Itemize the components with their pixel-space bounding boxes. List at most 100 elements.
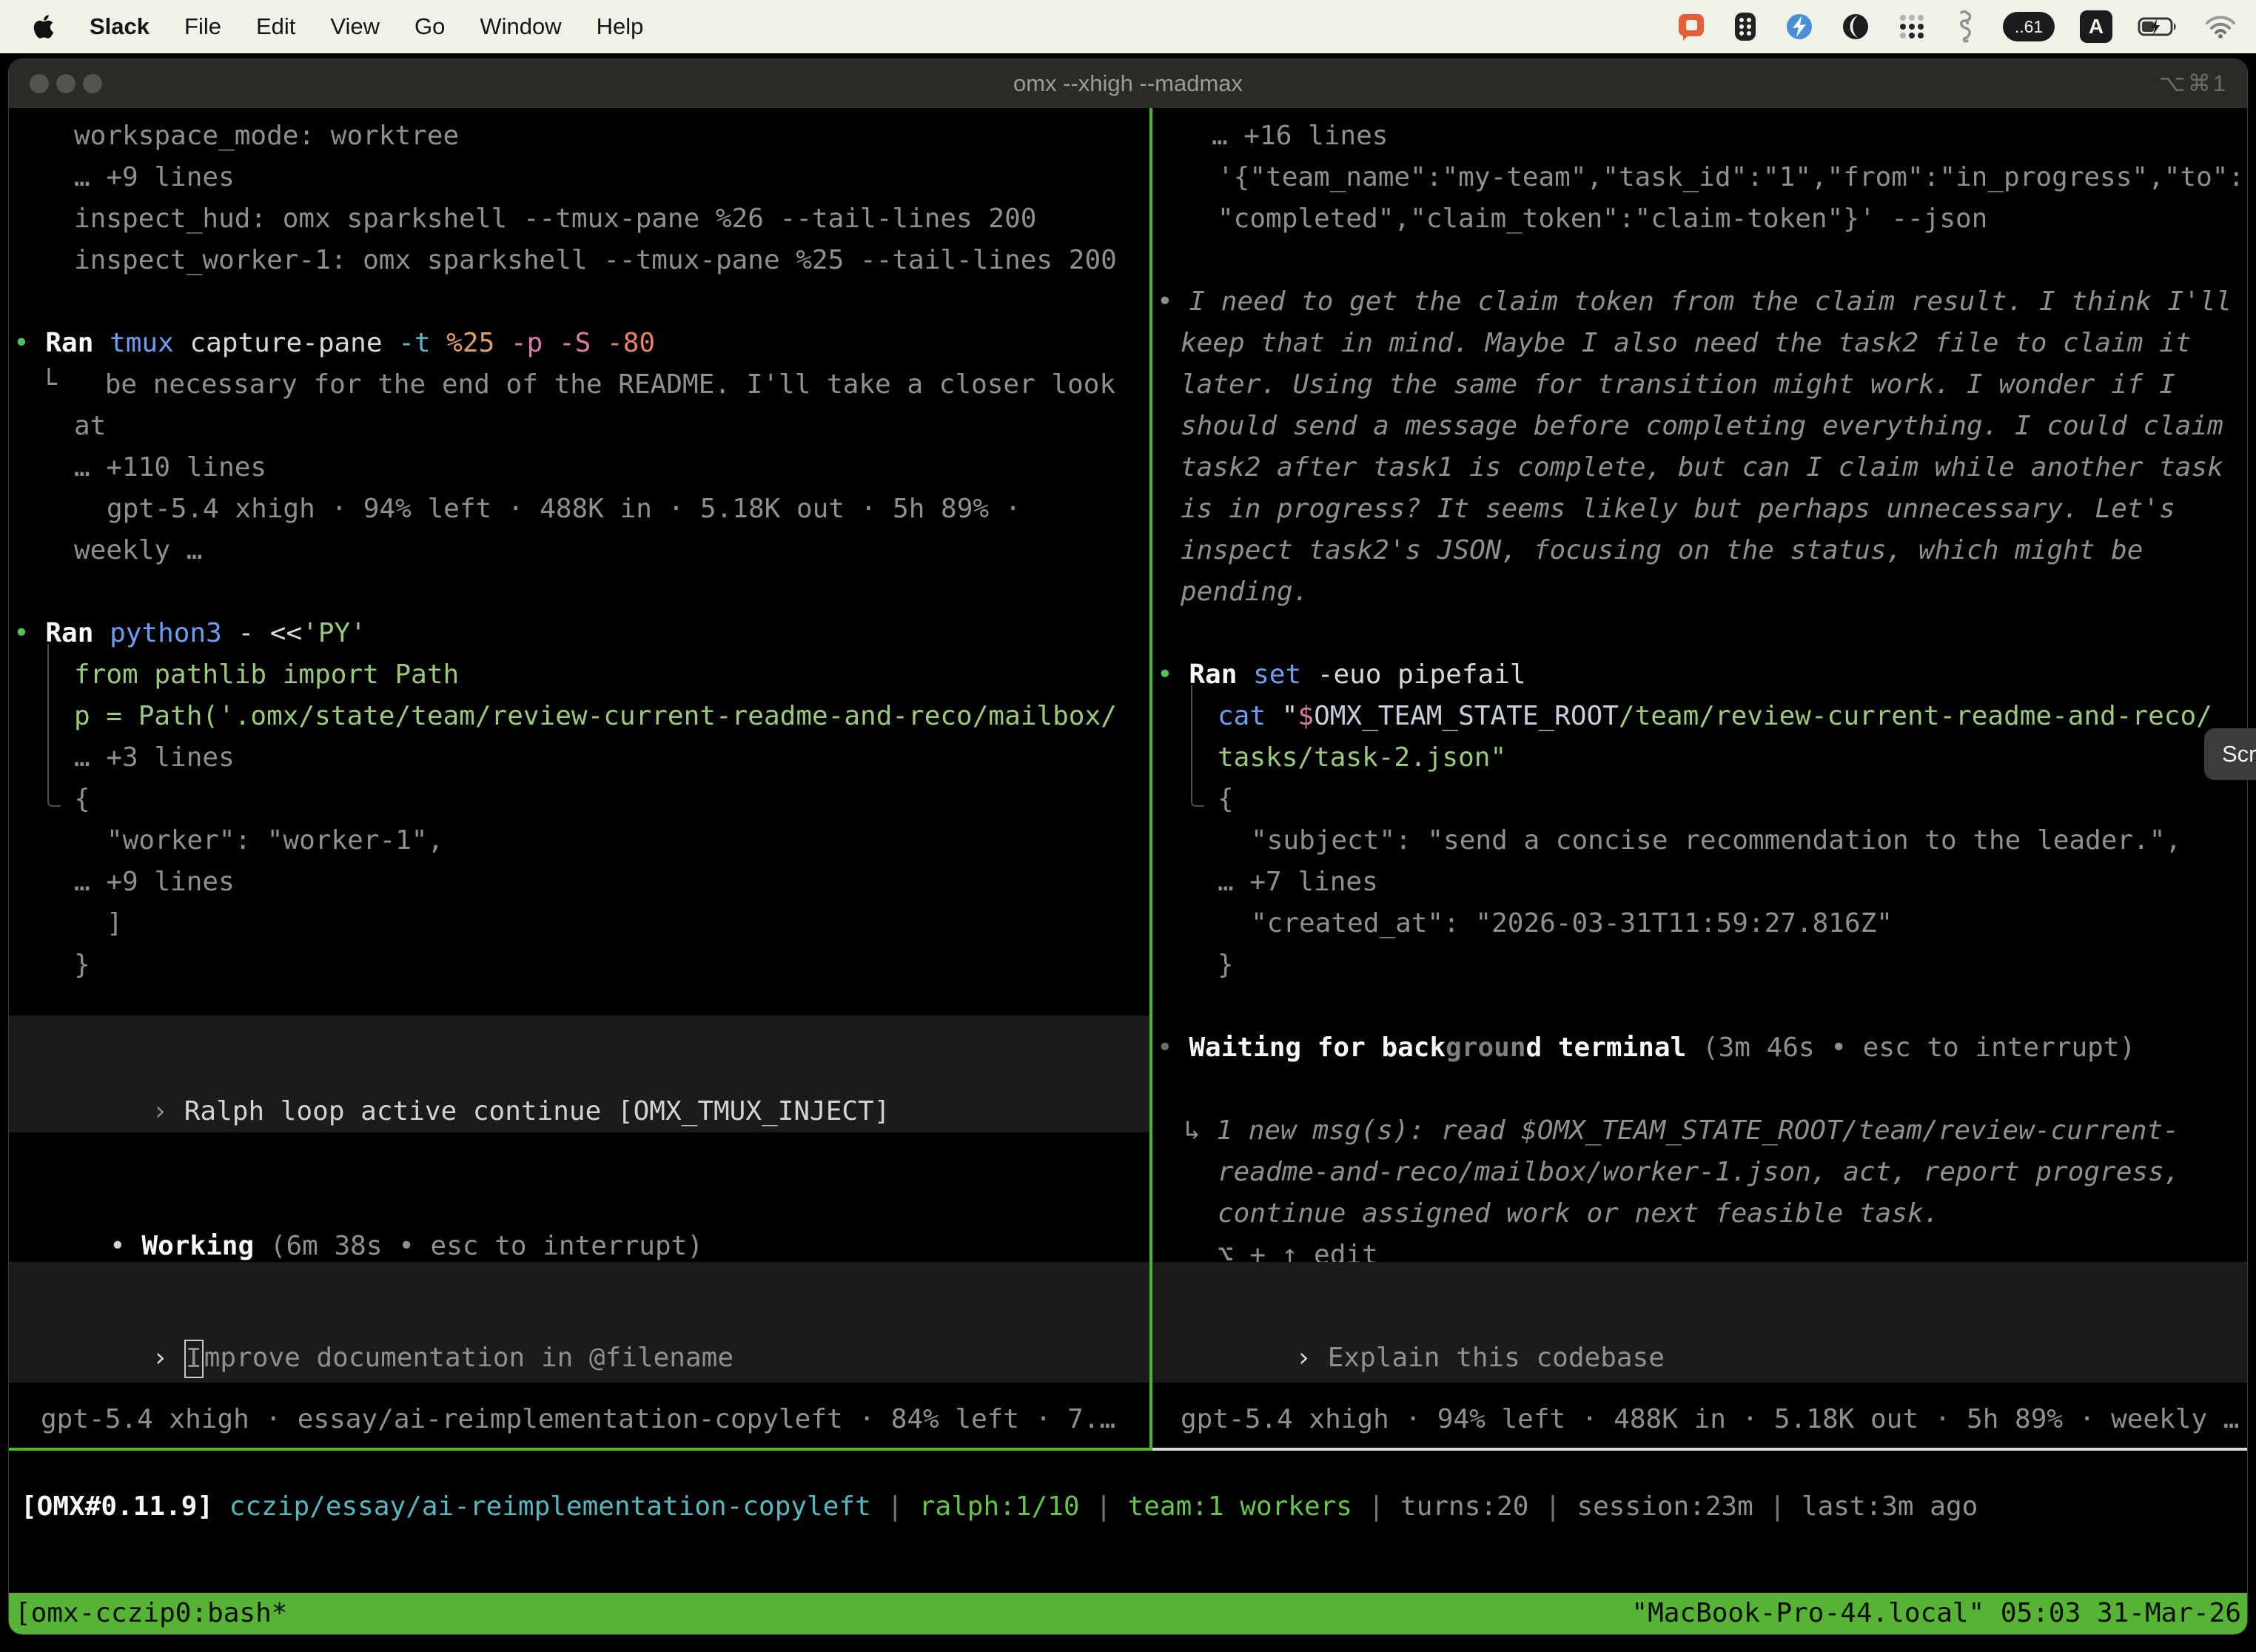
terminal-line: pending. bbox=[1152, 571, 2247, 613]
pane-divider[interactable] bbox=[1149, 108, 1152, 1451]
working-bullet: • bbox=[110, 1231, 141, 1261]
notification-line: › Ralph loop active continue [OMX_TMUX_I… bbox=[9, 1050, 1149, 1091]
terminal-line: ↳ 1 new msg(s): read $OMX_TEAM_STATE_ROO… bbox=[1152, 1110, 2247, 1152]
model-status-line: gpt-5.4 xhigh · essay/ai-reimplementatio… bbox=[9, 1399, 1115, 1440]
omx-status-line: [OMX#0.11.9] cczip/essay/ai-reimplementa… bbox=[15, 1486, 2247, 1528]
dots-grid-icon[interactable] bbox=[1896, 11, 1927, 42]
terminal-line: • Ran tmux capture-pane -t %25 -p -S -80 bbox=[9, 323, 1149, 364]
terminal-line bbox=[1152, 986, 2247, 1027]
prompt-chevron: › bbox=[152, 1096, 184, 1126]
menu-item-go[interactable]: Go bbox=[414, 13, 445, 40]
terminal-line: p = Path('.omx/state/team/review-current… bbox=[9, 696, 1149, 737]
prompt-chevron: › bbox=[1295, 1343, 1327, 1373]
terminal-line bbox=[9, 281, 1149, 323]
terminal-line: at bbox=[9, 406, 1149, 447]
percent-badge[interactable]: ..61 bbox=[2003, 12, 2055, 41]
terminal-line: is in progress? It seems likely but perh… bbox=[1152, 488, 2247, 530]
indent-guide bbox=[47, 644, 61, 807]
tmux-session-window[interactable]: [omx-cczip0:bash* bbox=[15, 1593, 287, 1634]
terminal-line: "completed","claim_token":"claim-token"}… bbox=[1152, 198, 2247, 240]
prompt-input-line[interactable]: › Explain this codebase bbox=[1152, 1296, 2247, 1337]
terminal-line: • Waiting for background terminal (3m 46… bbox=[1152, 1027, 2247, 1069]
moon-circle-icon[interactable] bbox=[1840, 11, 1871, 42]
terminal-line: tasks/task-2.json" bbox=[1152, 737, 2247, 779]
right-pane-transcript: … +16 lines'{"team_name":"my-team","task… bbox=[1152, 115, 2247, 1276]
terminal-line: { bbox=[1152, 779, 2247, 820]
terminal-line: workspace_mode: worktree bbox=[9, 115, 1149, 157]
terminal-line bbox=[1152, 1069, 2247, 1110]
terminal-line: • I need to get the claim token from the… bbox=[1152, 281, 2247, 323]
terminal-line: … +3 lines bbox=[9, 737, 1149, 779]
window-titlebar[interactable]: omx --xhigh --madmax ⌥⌘1 bbox=[9, 59, 2247, 108]
terminal-line bbox=[1152, 240, 2247, 281]
menu-item-edit[interactable]: Edit bbox=[256, 13, 295, 40]
terminal-line: • Ran set -euo pipefail bbox=[1152, 654, 2247, 696]
prompt-input-line[interactable]: › Improve documentation in @filename bbox=[9, 1296, 1149, 1337]
left-pane-transcript: workspace_mode: worktree… +9 linesinspec… bbox=[9, 115, 1149, 986]
terminal-line: cat "$OMX_TEAM_STATE_ROOT/team/review-cu… bbox=[1152, 696, 2247, 737]
terminal-line: continue assigned work or next feasible … bbox=[1152, 1193, 2247, 1235]
terminal-line: } bbox=[1152, 944, 2247, 986]
terminal-line: inspect_hud: omx sparkshell --tmux-pane … bbox=[9, 198, 1149, 240]
terminal-line: from pathlib import Path bbox=[9, 654, 1149, 696]
terminal-line: weekly … bbox=[9, 530, 1149, 571]
terminal-line: '{"team_name":"my-team","task_id":"1","f… bbox=[1152, 157, 2247, 198]
terminal-line: ] bbox=[9, 903, 1149, 944]
input-placeholder: Explain this codebase bbox=[1328, 1343, 1665, 1373]
chat-badge-icon[interactable] bbox=[1676, 11, 1707, 42]
menu-app-name[interactable]: Slack bbox=[90, 13, 150, 40]
menu-bar: Slack File Edit View Go Window Help bbox=[0, 0, 2256, 53]
prompt-input-box[interactable]: › Explain this codebase bbox=[1152, 1262, 2247, 1383]
terminal-line bbox=[1152, 613, 2247, 654]
terminal-line: later. Using the same for transition mig… bbox=[1152, 364, 2247, 406]
terminal-line: } bbox=[9, 944, 1149, 986]
terminal-line: readme-and-reco/mailbox/worker-1.json, a… bbox=[1152, 1152, 2247, 1193]
menu-item-help[interactable]: Help bbox=[597, 13, 644, 40]
terminal-line: … +110 lines bbox=[9, 447, 1149, 488]
terminal-line: task2 after task1 is complete, but can I… bbox=[1152, 447, 2247, 488]
terminal-line: • Ran python3 - <<'PY' bbox=[9, 613, 1149, 654]
wifi-icon[interactable] bbox=[2204, 14, 2237, 39]
apple-logo-icon[interactable] bbox=[33, 13, 55, 40]
terminal-line: … +16 lines bbox=[1152, 115, 2247, 157]
screen-tooltip: Scre bbox=[2204, 728, 2256, 780]
terminal-line: gpt-5.4 xhigh · 94% left · 488K in · 5.1… bbox=[9, 488, 1149, 530]
tmux-host-clock: "MacBook-Pro-44.local" 05:03 31-Mar-26 bbox=[1631, 1593, 2241, 1634]
terminal-line: { bbox=[9, 779, 1149, 820]
menu-item-window[interactable]: Window bbox=[480, 13, 561, 40]
bolt-badge-icon[interactable] bbox=[1784, 11, 1815, 42]
terminal-line: keep that in mind. Maybe I also need the… bbox=[1152, 323, 2247, 364]
working-status-line: • Working (6m 38s • esc to interrupt) bbox=[9, 1184, 703, 1226]
terminal-line: … +9 lines bbox=[9, 862, 1149, 903]
menu-item-view[interactable]: View bbox=[330, 13, 380, 40]
terminal-line: … +9 lines bbox=[9, 157, 1149, 198]
right-terminal-pane[interactable]: … +16 lines'{"team_name":"my-team","task… bbox=[1152, 108, 2247, 1448]
left-terminal-pane[interactable]: workspace_mode: worktree… +9 linesinspec… bbox=[9, 108, 1149, 1448]
terminal-line: └ be necessary for the end of the README… bbox=[9, 364, 1149, 406]
window-shortcut: ⌥⌘1 bbox=[2159, 59, 2228, 108]
terminal-line: "created_at": "2026-03-31T11:59:27.816Z" bbox=[1152, 903, 2247, 944]
indent-guide bbox=[1191, 685, 1204, 807]
prompt-input-box[interactable]: › Improve documentation in @filename bbox=[9, 1262, 1149, 1383]
active-pane-border bbox=[9, 1448, 1152, 1451]
text-cursor: I bbox=[184, 1340, 204, 1378]
window-title: omx --xhigh --madmax bbox=[9, 59, 2247, 108]
model-status-line: gpt-5.4 xhigh · 94% left · 488K in · 5.1… bbox=[1152, 1399, 2239, 1440]
keypad-shield-icon[interactable] bbox=[1732, 11, 1759, 42]
battery-icon[interactable] bbox=[2138, 16, 2179, 38]
terminal-line: … +7 lines bbox=[1152, 862, 2247, 903]
terminal-line: inspect task2's JSON, focusing on the st… bbox=[1152, 530, 2247, 571]
terminal-line: "subject": "send a concise recommendatio… bbox=[1152, 820, 2247, 862]
prompt-chevron: › bbox=[152, 1343, 184, 1373]
seahorse-icon[interactable] bbox=[1953, 10, 1978, 43]
notification-band: › Ralph loop active continue [OMX_TMUX_I… bbox=[9, 1015, 1149, 1132]
terminal-line: "worker": "worker-1", bbox=[9, 820, 1149, 862]
tmux-status-bar[interactable]: [omx-cczip0:bash* "MacBook-Pro-44.local"… bbox=[9, 1593, 2247, 1634]
menu-item-file[interactable]: File bbox=[184, 13, 221, 40]
inactive-pane-border bbox=[1152, 1448, 2247, 1451]
terminal-window: omx --xhigh --madmax ⌥⌘1 workspace_mode:… bbox=[9, 59, 2247, 1634]
terminal-line: [OMX#0.11.9] cczip/essay/ai-reimplementa… bbox=[15, 1486, 2247, 1528]
terminal-line: inspect_worker-1: omx sparkshell --tmux-… bbox=[9, 240, 1149, 281]
terminal-line: should send a message before completing … bbox=[1152, 406, 2247, 447]
input-source-badge[interactable]: A bbox=[2080, 10, 2112, 43]
